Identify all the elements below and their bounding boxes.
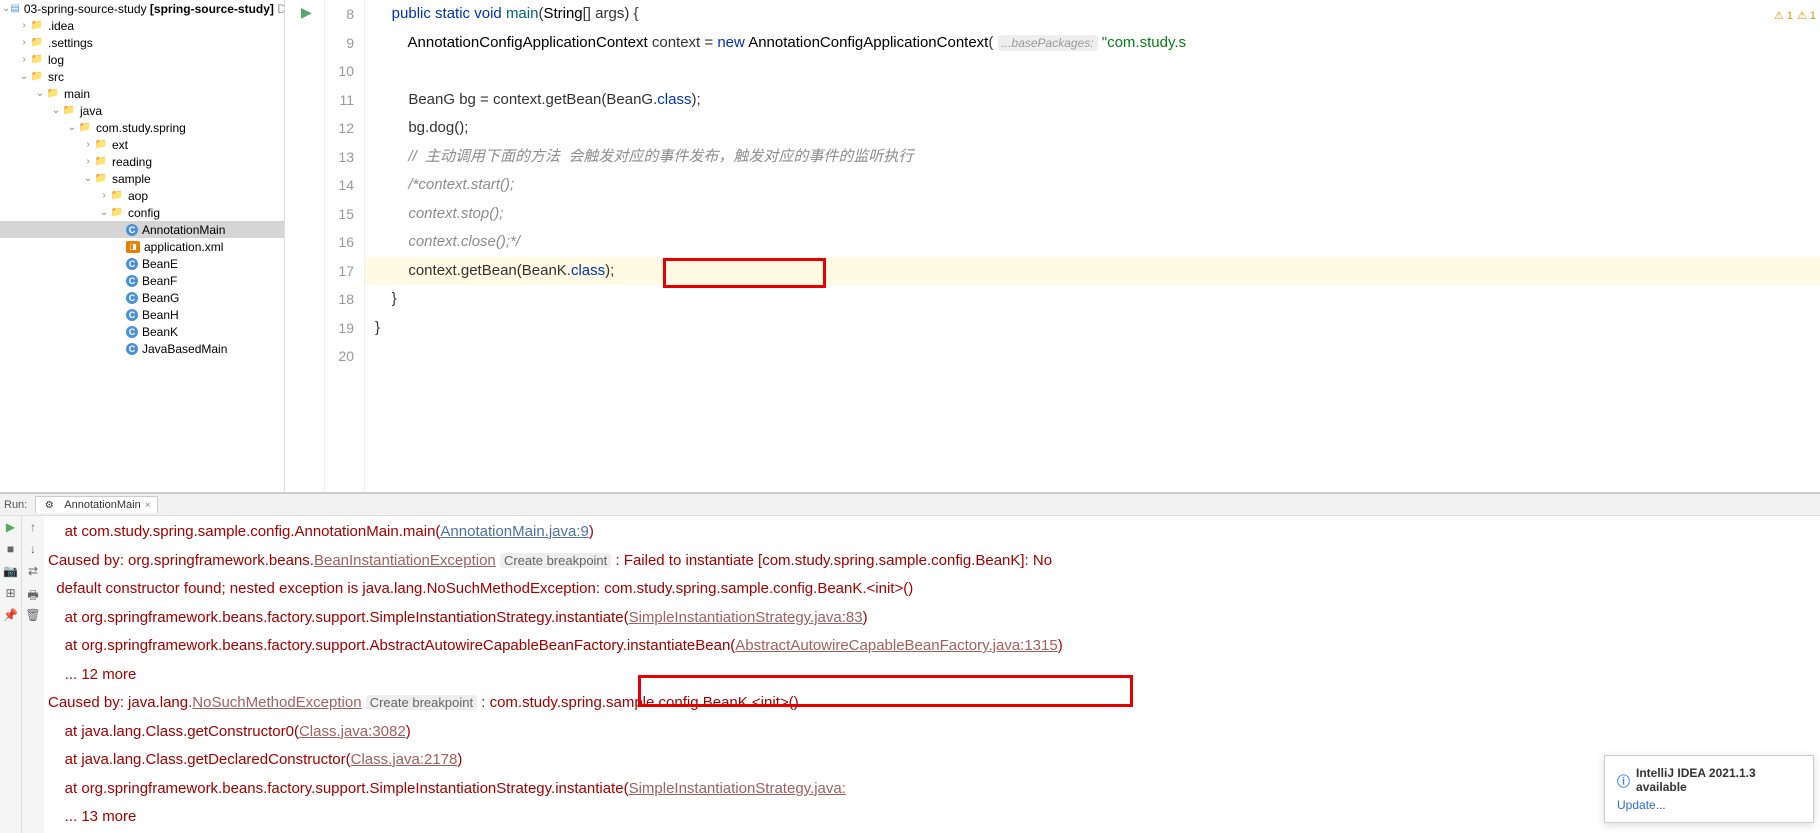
tree-item[interactable]: ◨application.xml	[0, 238, 284, 255]
tree-item[interactable]: ⌄📁src	[0, 68, 284, 85]
console-tab[interactable]: ⚙ AnnotationMain ×	[35, 496, 157, 513]
tree-item[interactable]: CJavaBasedMain	[0, 340, 284, 357]
class-icon: C	[126, 343, 138, 355]
code-editor[interactable]: ▶ 891011121314151617181920 ⚠ 1⚠ 1 public…	[285, 0, 1820, 492]
class-icon: C	[126, 275, 138, 287]
console-tabs: Run: ⚙ AnnotationMain ×	[0, 494, 1820, 516]
class-icon: C	[126, 292, 138, 304]
tree-item[interactable]: CBeanG	[0, 289, 284, 306]
exception-link[interactable]: BeanInstantiationException	[314, 552, 496, 569]
tree-item[interactable]: ›📁ext	[0, 136, 284, 153]
rerun-button[interactable]: ▶	[3, 520, 19, 536]
parameter-hint: ...basePackages:	[998, 35, 1098, 51]
stack-link[interactable]: Class.java:2178	[351, 751, 458, 768]
class-icon: C	[126, 309, 138, 321]
layout-icon[interactable]: ⊞	[3, 586, 19, 602]
stack-link[interactable]: SimpleInstantiationStrategy.java:83	[629, 609, 863, 626]
tree-item[interactable]: ⌄📁java	[0, 102, 284, 119]
run-toolbar: ▶ ■ 📷 ⊞ 📌	[0, 516, 22, 833]
tree-item[interactable]: ›📁.idea	[0, 17, 284, 34]
tree-item[interactable]: ⌄📁com.study.spring	[0, 119, 284, 136]
create-breakpoint-button[interactable]: Create breakpoint	[366, 695, 477, 710]
camera-icon[interactable]: 📷	[3, 564, 19, 580]
console-output[interactable]: at com.study.spring.sample.config.Annota…	[44, 516, 1820, 833]
tree-item[interactable]: ›📁aop	[0, 187, 284, 204]
console-toolbar: ↑ ↓ ⇄ 🖶 🗑	[22, 516, 44, 833]
create-breakpoint-button[interactable]: Create breakpoint	[500, 553, 611, 568]
tree-item[interactable]: CBeanF	[0, 272, 284, 289]
tree-item[interactable]: CBeanH	[0, 306, 284, 323]
update-notification[interactable]: ⓘIntelliJ IDEA 2021.1.3 available Update…	[1604, 755, 1814, 823]
up-icon[interactable]: ↑	[25, 520, 41, 536]
xml-icon: ◨	[126, 241, 140, 253]
stop-button[interactable]: ■	[3, 542, 19, 558]
info-icon: ⓘ	[1617, 771, 1630, 790]
line-gutter: 891011121314151617181920	[325, 0, 365, 492]
config-icon: ⚙	[42, 498, 56, 512]
tree-item[interactable]: ›📁log	[0, 51, 284, 68]
gutter-run-icon[interactable]: ▶	[301, 4, 324, 21]
tree-item[interactable]: ›📁.settings	[0, 34, 284, 51]
tree-item[interactable]: ⌄📁main	[0, 85, 284, 102]
stack-link[interactable]: SimpleInstantiationStrategy.java:	[629, 780, 846, 797]
class-icon: C	[126, 258, 138, 270]
run-label: Run:	[4, 499, 27, 511]
stack-link[interactable]: Class.java:3082	[299, 723, 406, 740]
update-link[interactable]: Update...	[1617, 798, 1666, 812]
down-icon[interactable]: ↓	[25, 542, 41, 558]
project-tree[interactable]: ⌄▤03-spring-source-study [spring-source-…	[0, 0, 285, 492]
trash-icon[interactable]: 🗑	[25, 608, 41, 624]
close-icon[interactable]: ×	[145, 500, 151, 511]
print-icon[interactable]: 🖶	[25, 586, 41, 602]
class-icon: C	[126, 326, 138, 338]
stack-link[interactable]: AnnotationMain.java:9	[440, 523, 588, 540]
exception-link[interactable]: NoSuchMethodException	[192, 694, 361, 711]
class-icon: C	[126, 224, 138, 236]
pin-icon[interactable]: 📌	[3, 608, 19, 624]
tree-item[interactable]: ⌄📁config	[0, 204, 284, 221]
stack-link[interactable]: AbstractAutowireCapableBeanFactory.java:…	[735, 637, 1057, 654]
tree-item[interactable]: ⌄📁sample	[0, 170, 284, 187]
wrap-icon[interactable]: ⇄	[25, 564, 41, 580]
tree-root[interactable]: ⌄▤03-spring-source-study [spring-source-…	[0, 0, 284, 17]
tree-item[interactable]: CBeanK	[0, 323, 284, 340]
tree-item[interactable]: CBeanE	[0, 255, 284, 272]
tree-item-selected[interactable]: CAnnotationMain	[0, 221, 284, 238]
run-tool-window: Run: ⚙ AnnotationMain × ▶ ■ 📷 ⊞ 📌 ↑ ↓ ⇄ …	[0, 493, 1820, 833]
tree-item[interactable]: ›📁reading	[0, 153, 284, 170]
